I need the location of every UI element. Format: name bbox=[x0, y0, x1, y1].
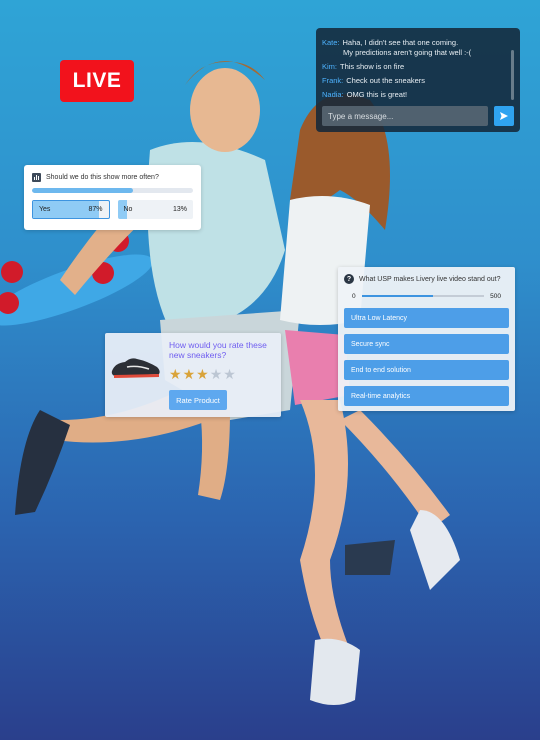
star-icon[interactable]: ★ bbox=[210, 367, 223, 381]
chat-message: Kim: This show is on fire bbox=[322, 62, 512, 72]
rate-product-button[interactable]: Rate Product bbox=[169, 390, 227, 410]
chat-text: OMG this is great! bbox=[346, 90, 408, 99]
range-min-label: 0 bbox=[352, 292, 356, 300]
poll-question: Should we do this show more often? bbox=[46, 173, 159, 181]
poll-chart-icon bbox=[32, 172, 41, 182]
send-button[interactable] bbox=[494, 106, 514, 126]
quiz-answer-button[interactable]: End to end solution bbox=[344, 360, 509, 380]
quiz-question-row: ? What USP makes Livery live video stand… bbox=[344, 273, 509, 285]
sneaker-product-image bbox=[111, 358, 160, 378]
poll-option-label: Yes bbox=[39, 206, 51, 213]
quiz-widget: ? What USP makes Livery live video stand… bbox=[338, 267, 515, 411]
chat-message: Nadia: OMG this is great! bbox=[322, 90, 512, 100]
chat-input-row bbox=[322, 106, 514, 126]
quiz-range: 0 500 bbox=[344, 290, 509, 302]
quiz-answer-button[interactable]: Secure sync bbox=[344, 334, 509, 354]
quiz-answer-button[interactable]: Ultra Low Latency bbox=[344, 308, 509, 328]
quiz-answer-button[interactable]: Real-time analytics bbox=[344, 386, 509, 406]
range-slider-fill bbox=[361, 295, 433, 297]
rating-widget: How would you rate these new sneakers? ★… bbox=[105, 333, 281, 417]
range-slider[interactable] bbox=[361, 295, 485, 297]
chat-text: Haha, I didn't see that one coming. bbox=[342, 38, 459, 47]
range-max-label: 500 bbox=[490, 292, 501, 300]
chat-message: Kate: Haha, I didn't see that one coming.… bbox=[322, 38, 512, 58]
poll-option-label: No bbox=[123, 206, 133, 213]
poll-progress-bar bbox=[32, 188, 193, 193]
star-rating: ★ ★ ★ ★ ★ bbox=[169, 367, 236, 381]
send-icon bbox=[500, 112, 508, 120]
poll-options: Yes 87% No 13% bbox=[32, 200, 193, 219]
chat-username[interactable]: Kate: bbox=[322, 38, 340, 47]
chat-username[interactable]: Nadia: bbox=[322, 90, 344, 99]
chat-text: This show is on fire bbox=[340, 62, 405, 71]
live-badge: LIVE bbox=[60, 60, 134, 102]
chat-panel: Kate: Haha, I didn't see that one coming.… bbox=[316, 28, 520, 132]
poll-option-percent: 13% bbox=[172, 206, 187, 213]
star-icon[interactable]: ★ bbox=[169, 367, 182, 381]
poll-option-yes[interactable]: Yes 87% bbox=[32, 200, 110, 219]
poll-option-percent: 87% bbox=[88, 206, 103, 213]
chat-scrollbar[interactable] bbox=[511, 50, 514, 100]
poll-option-no[interactable]: No 13% bbox=[117, 200, 193, 219]
star-icon[interactable]: ★ bbox=[223, 367, 236, 381]
chat-username[interactable]: Kim: bbox=[322, 62, 337, 71]
poll-question-row: Should we do this show more often? bbox=[32, 172, 193, 182]
question-icon: ? bbox=[344, 274, 354, 284]
rating-question: How would you rate these new sneakers? bbox=[169, 340, 267, 360]
quiz-answers: Ultra Low Latency Secure sync End to end… bbox=[344, 308, 509, 406]
poll-widget: Should we do this show more often? Yes 8… bbox=[24, 165, 201, 230]
quiz-question: What USP makes Livery live video stand o… bbox=[359, 275, 501, 283]
star-icon[interactable]: ★ bbox=[196, 367, 209, 381]
chat-message-input[interactable] bbox=[322, 106, 488, 126]
chat-text: Check out the sneakers bbox=[346, 76, 426, 85]
star-icon[interactable]: ★ bbox=[183, 367, 196, 381]
chat-text-continued: My predictions aren't going that well :-… bbox=[343, 48, 472, 57]
poll-progress-fill bbox=[32, 188, 134, 193]
chat-message: Frank: Check out the sneakers bbox=[322, 76, 512, 86]
chat-username[interactable]: Frank: bbox=[322, 76, 343, 85]
